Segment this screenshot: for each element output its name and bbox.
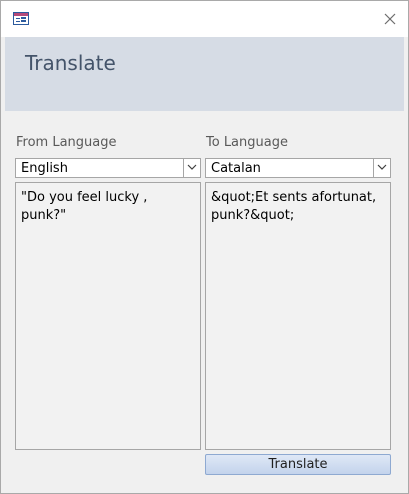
to-language-dropdown-button[interactable] [373, 159, 390, 177]
translate-form-window: Translate From Language To Language Engl… [0, 0, 409, 494]
source-text-box[interactable]: "Do you feel lucky , punk?" [15, 182, 201, 450]
to-language-combobox[interactable]: Catalan [205, 158, 391, 178]
to-language-label: To Language [206, 135, 288, 150]
form-detail: From Language To Language English Catala… [5, 111, 404, 489]
from-language-label: From Language [16, 135, 117, 150]
chevron-down-icon [377, 164, 387, 170]
close-icon[interactable] [382, 11, 398, 27]
form-icon [13, 12, 29, 25]
from-language-dropdown-button[interactable] [183, 159, 200, 177]
from-language-value: English [21, 161, 68, 176]
to-language-value: Catalan [211, 161, 261, 176]
form-title: Translate [25, 51, 116, 75]
from-language-combobox[interactable]: English [15, 158, 201, 178]
title-bar [1, 1, 408, 37]
form-header: Translate [5, 37, 404, 111]
chevron-down-icon [187, 164, 197, 170]
translated-text-box[interactable]: &quot;Et sents afortunat, punk?&quot; [205, 182, 391, 450]
translate-button[interactable]: Translate [205, 454, 391, 475]
